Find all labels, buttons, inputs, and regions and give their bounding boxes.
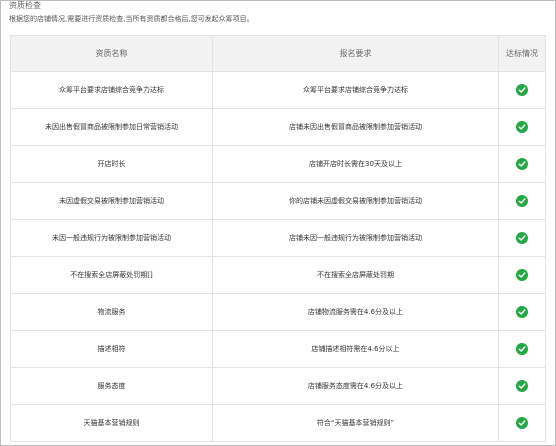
- header-requirement: 报名要求: [212, 35, 499, 72]
- requirement-cell: 店铺服务态度需在4.6分及以上: [212, 367, 499, 405]
- status-cell: [498, 182, 546, 220]
- table-row: 未因虚假交易被限制参加营销活动 你的店铺未因虚假交易被限制参加营销活动: [10, 182, 546, 220]
- requirement-cell: 符合“天猫基本营销规则”: [212, 404, 499, 442]
- qualification-name-cell: 服务态度: [10, 367, 213, 405]
- table-row: 天猫基本营销规则 符合“天猫基本营销规则”: [10, 404, 546, 442]
- status-cell: [498, 293, 546, 331]
- header-qualification-name: 资质名称: [10, 35, 213, 72]
- requirement-cell: 店铺描述相符需在4.6分以上: [212, 330, 499, 368]
- header-status: 达标情况: [498, 35, 546, 72]
- requirement-cell: 店铺开店时长需在30天及以上: [212, 145, 499, 183]
- requirement-cell: 众筹平台要求店铺综合竞争力达标: [212, 71, 499, 109]
- qualification-name-cell: 众筹平台要求店铺综合竞争力达标: [10, 71, 213, 109]
- requirement-cell: 店铺物流服务需在4.6分及以上: [212, 293, 499, 331]
- requirement-cell: 店铺未因一般违规行为被限制参加营销活动: [212, 219, 499, 257]
- table-row: 服务态度 店铺服务态度需在4.6分及以上: [10, 367, 546, 405]
- table-row: 未因一般违规行为被限制参加营销活动 店铺未因一般违规行为被限制参加营销活动: [10, 219, 546, 257]
- check-circle-icon: [516, 306, 528, 318]
- check-circle-icon: [516, 232, 528, 244]
- status-cell: [498, 219, 546, 257]
- status-cell: [498, 330, 546, 368]
- section-title: 资质检查: [9, 1, 41, 10]
- check-circle-icon: [516, 121, 528, 133]
- check-circle-icon: [516, 417, 528, 429]
- qualification-name-cell: 未因虚假交易被限制参加营销活动: [10, 182, 213, 220]
- qualification-name-cell: 未因一般违规行为被限制参加营销活动: [10, 219, 213, 257]
- status-cell: [498, 108, 546, 146]
- check-circle-icon: [516, 380, 528, 392]
- table-row: 开店时长 店铺开店时长需在30天及以上: [10, 145, 546, 183]
- status-cell: [498, 145, 546, 183]
- check-circle-icon: [516, 158, 528, 170]
- table-row: 未因出售假冒商品被限制参加日常营销活动 店铺未因出售假冒商品被限制参加营销活动: [10, 108, 546, 146]
- table-row: 物流服务 店铺物流服务需在4.6分及以上: [10, 293, 546, 331]
- qualification-name-cell: 天猫基本营销规则: [10, 404, 213, 442]
- content-frame: 资质检查 根据您的店铺情况,需要进行资质检查,当所有资质都合格后,您可发起众筹项…: [0, 0, 556, 446]
- table-header-row: 资质名称 报名要求 达标情况: [10, 35, 546, 72]
- qualification-table: 资质名称 报名要求 达标情况 众筹平台要求店铺综合竞争力达标 众筹平台要求店铺综合…: [10, 35, 546, 442]
- requirement-cell: 你的店铺未因虚假交易被限制参加营销活动: [212, 182, 499, 220]
- qualification-table-container: 资质名称 报名要求 达标情况 众筹平台要求店铺综合竞争力达标 众筹平台要求店铺综合…: [10, 35, 546, 442]
- check-circle-icon: [516, 269, 528, 281]
- section-description: 根据您的店铺情况,需要进行资质检查,当所有资质都合格后,您可发起众筹项目。: [9, 15, 254, 23]
- status-cell: [498, 367, 546, 405]
- requirement-cell: 不在搜索全店屏蔽处罚期: [212, 256, 499, 294]
- status-cell: [498, 256, 546, 294]
- requirement-cell: 店铺未因出售假冒商品被限制参加营销活动: [212, 108, 499, 146]
- qualification-name-cell: 不在搜索全店屏蔽处罚期[]: [10, 256, 213, 294]
- check-circle-icon: [516, 195, 528, 207]
- qualification-name-cell: 未因出售假冒商品被限制参加日常营销活动: [10, 108, 213, 146]
- table-row: 不在搜索全店屏蔽处罚期[] 不在搜索全店屏蔽处罚期: [10, 256, 546, 294]
- status-cell: [498, 71, 546, 109]
- check-circle-icon: [516, 343, 528, 355]
- table-row: 描述相符 店铺描述相符需在4.6分以上: [10, 330, 546, 368]
- check-circle-icon: [516, 84, 528, 96]
- qualification-name-cell: 物流服务: [10, 293, 213, 331]
- qualification-name-cell: 描述相符: [10, 330, 213, 368]
- table-row: 众筹平台要求店铺综合竞争力达标 众筹平台要求店铺综合竞争力达标: [10, 71, 546, 109]
- qualification-name-cell: 开店时长: [10, 145, 213, 183]
- status-cell: [498, 404, 546, 442]
